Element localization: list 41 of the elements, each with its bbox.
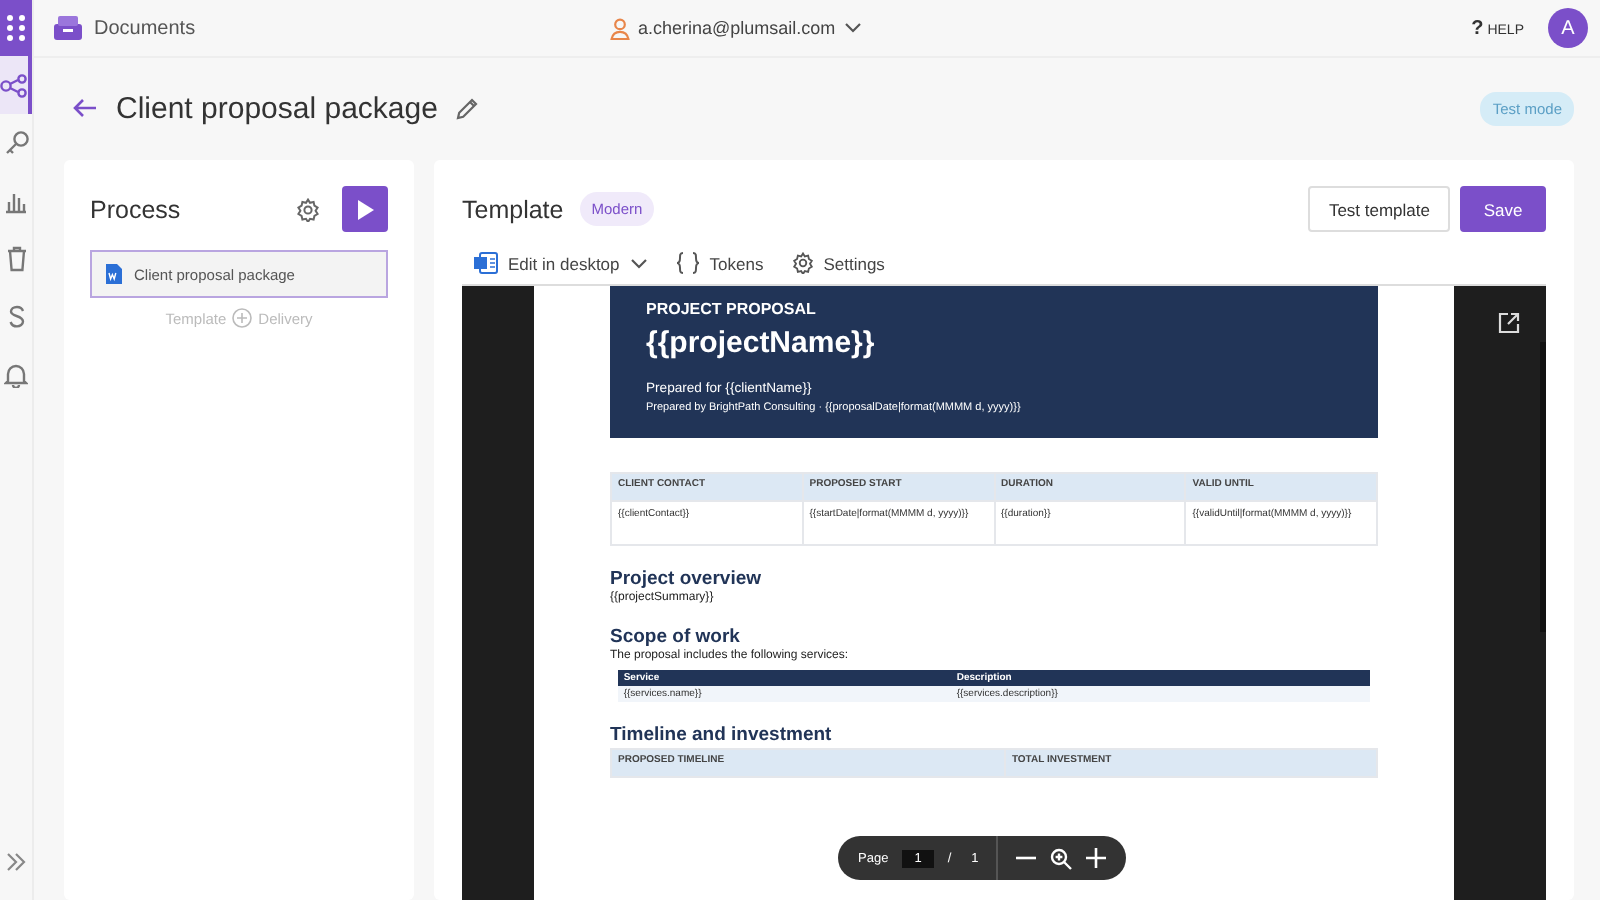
document-box-icon [54, 16, 82, 40]
chevron-down-icon [629, 257, 648, 269]
toolbar-button[interactable]: Edit in desktop [474, 252, 648, 274]
play-icon [357, 199, 373, 219]
person-icon [610, 17, 630, 39]
test-button[interactable]: Test template [1308, 186, 1450, 232]
open-external-icon[interactable] [1498, 312, 1520, 334]
scrollbar-thumb[interactable] [1540, 342, 1546, 632]
trash-icon [5, 246, 27, 272]
toolbar-button[interactable]: Tokens [675, 252, 764, 274]
back-arrow-icon[interactable] [72, 98, 98, 118]
panel-title: Template [462, 195, 564, 223]
word-document-icon [474, 252, 498, 274]
plus-icon[interactable] [1086, 848, 1107, 868]
bell-icon [4, 362, 28, 388]
banner-eyebrow: PROJECT PROPOSAL [646, 300, 818, 318]
app-launcher[interactable] [0, 0, 32, 56]
zoom-icon[interactable] [1050, 847, 1073, 869]
section-heading: Scope of work [610, 626, 742, 648]
apps-grid-icon [6, 14, 26, 42]
panel-title: Process [90, 195, 181, 223]
braces-icon [675, 252, 700, 274]
expand-chevrons-icon[interactable] [6, 852, 26, 872]
account-menu[interactable]: a.cherina@plumsail.com [610, 17, 862, 39]
word-file-icon [106, 264, 122, 284]
user-avatar[interactable]: A [1548, 8, 1588, 48]
pencil-icon[interactable] [455, 97, 478, 119]
flow-icon [0, 73, 28, 97]
settings-icon [791, 252, 814, 274]
run-button[interactable] [342, 186, 388, 232]
save-button[interactable]: Save [1460, 186, 1546, 232]
app-name: Documents [94, 17, 196, 39]
toolbar-button[interactable]: Settings [791, 252, 885, 274]
bar-chart-icon [4, 189, 28, 213]
chevron-down-icon [843, 22, 862, 34]
settings-icon[interactable] [296, 197, 320, 221]
section-heading: Timeline and investment [610, 724, 834, 746]
key-icon [3, 130, 29, 156]
banner-title: {{projectName}} [646, 326, 877, 360]
section-heading: Project overview [610, 568, 764, 590]
page-title: Client proposal package [116, 91, 438, 125]
